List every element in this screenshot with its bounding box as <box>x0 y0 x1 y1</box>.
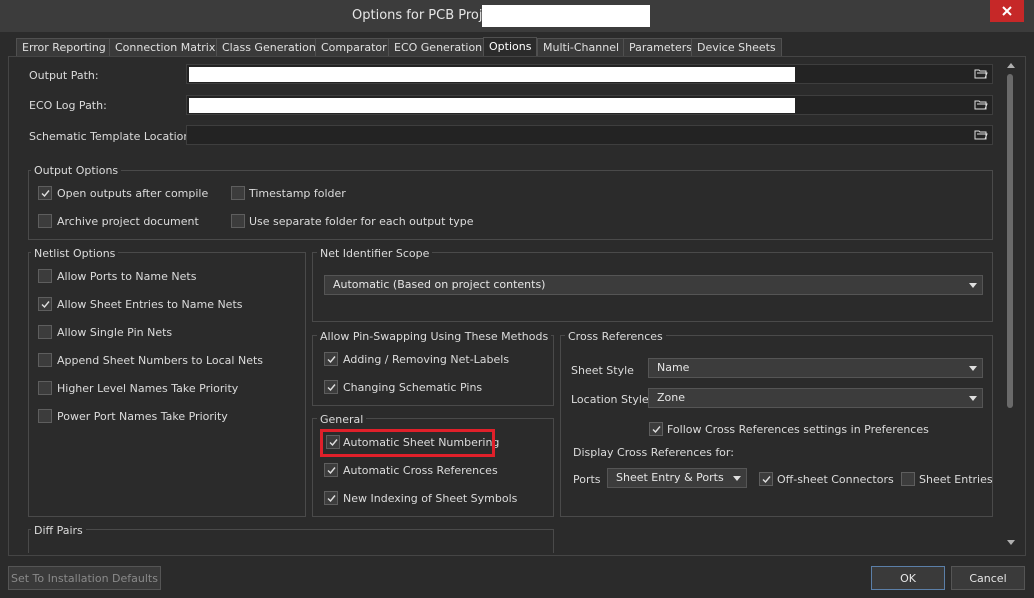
open-outputs-label: Open outputs after compile <box>57 187 209 200</box>
tab-options[interactable]: Options <box>483 37 538 57</box>
follow-prefs-label: Follow Cross References settings in Pref… <box>667 423 929 436</box>
tab-parameters[interactable]: Parameters <box>623 38 698 57</box>
ports-dropdown[interactable]: Sheet Entry & Ports <box>607 468 747 488</box>
scroll-down-icon[interactable] <box>1007 540 1015 546</box>
schematic-template-field[interactable] <box>186 125 993 145</box>
open-outputs-checkbox[interactable] <box>38 186 52 200</box>
separate-folder-label: Use separate folder for each output type <box>249 215 474 228</box>
archive-project-label: Archive project document <box>57 215 199 228</box>
checkmark-icon <box>327 384 336 392</box>
netlist-option-checkbox[interactable] <box>38 381 52 395</box>
pin-swapping-group <box>312 335 554 406</box>
project-name-redaction <box>482 5 650 27</box>
output-path-field[interactable] <box>186 64 993 84</box>
location-style-dropdown[interactable]: Zone <box>648 388 983 408</box>
folder-open-icon[interactable] <box>974 68 988 80</box>
net-identifier-scope-value: Automatic (Based on project contents) <box>333 278 546 291</box>
netlist-option-label: Allow Sheet Entries to Name Nets <box>57 298 243 311</box>
output-path-redaction <box>189 67 795 82</box>
net-identifier-scope-dropdown[interactable]: Automatic (Based on project contents) <box>324 275 983 295</box>
checkmark-icon <box>327 467 336 475</box>
location-style-label: Location Style <box>571 393 649 406</box>
schematic-template-label: Schematic Template Location: <box>29 130 195 143</box>
diff-pairs-group <box>28 529 554 553</box>
checkmark-icon <box>327 356 336 364</box>
netlist-option-checkbox[interactable] <box>38 409 52 423</box>
location-style-value: Zone <box>657 391 686 404</box>
pin-swap-label: Adding / Removing Net-Labels <box>343 353 510 366</box>
pin-swapping-title: Allow Pin-Swapping Using These Methods <box>317 330 552 343</box>
output-options-group <box>28 170 993 240</box>
set-installation-defaults-button[interactable]: Set To Installation Defaults <box>8 566 161 590</box>
diff-pairs-title: Diff Pairs <box>31 524 86 537</box>
close-icon <box>1002 6 1012 16</box>
checkmark-icon <box>41 190 50 198</box>
tab-eco-generation[interactable]: ECO Generation <box>388 38 489 57</box>
netlist-option-label: Higher Level Names Take Priority <box>57 382 239 395</box>
netlist-option-label: Power Port Names Take Priority <box>57 410 228 423</box>
chevron-down-icon <box>969 283 977 288</box>
output-options-title: Output Options <box>31 164 122 177</box>
close-button[interactable] <box>990 0 1024 22</box>
sheet-style-dropdown[interactable]: Name <box>648 358 983 378</box>
pin-swap-checkbox[interactable] <box>324 380 338 394</box>
new-indexing-label: New Indexing of Sheet Symbols <box>343 492 518 505</box>
automatic-cross-references-label: Automatic Cross References <box>343 464 498 477</box>
follow-prefs-checkbox[interactable] <box>649 422 663 436</box>
general-title: General <box>317 413 367 426</box>
tab-multi-channel[interactable]: Multi-Channel <box>537 38 626 57</box>
timestamp-folder-checkbox[interactable] <box>231 186 245 200</box>
timestamp-folder-label: Timestamp folder <box>249 187 346 200</box>
sheet-style-value: Name <box>657 361 690 374</box>
netlist-option-checkbox[interactable] <box>38 297 52 311</box>
highlight-box <box>320 429 495 457</box>
cross-references-title: Cross References <box>565 330 666 343</box>
chevron-down-icon <box>969 396 977 401</box>
ports-label: Ports <box>573 473 601 486</box>
netlist-option-checkbox[interactable] <box>38 325 52 339</box>
sheet-style-label: Sheet Style <box>571 364 634 377</box>
ports-value: Sheet Entry & Ports <box>616 471 724 484</box>
checkmark-icon <box>327 495 336 503</box>
output-path-label: Output Path: <box>29 69 99 82</box>
chevron-down-icon <box>969 366 977 371</box>
tab-class-generation[interactable]: Class Generation <box>216 38 322 57</box>
pin-swap-label: Changing Schematic Pins <box>343 381 483 394</box>
tab-connection-matrix[interactable]: Connection Matrix <box>109 38 222 57</box>
sheet-entries-checkbox[interactable] <box>901 472 915 486</box>
window-title: Options for PCB Project <box>352 8 503 23</box>
tab-comparator[interactable]: Comparator <box>315 38 393 57</box>
folder-open-icon[interactable] <box>974 129 988 141</box>
eco-log-path-redaction <box>189 98 795 113</box>
tab-device-sheets[interactable]: Device Sheets <box>691 38 782 57</box>
offsheet-connectors-checkbox[interactable] <box>759 472 773 486</box>
archive-project-checkbox[interactable] <box>38 214 52 228</box>
offsheet-connectors-label: Off-sheet Connectors <box>777 473 894 486</box>
eco-log-path-field[interactable] <box>186 95 993 115</box>
checkmark-icon <box>762 476 771 484</box>
pin-swap-checkbox[interactable] <box>324 352 338 366</box>
checkmark-icon <box>41 301 50 309</box>
netlist-option-checkbox[interactable] <box>38 353 52 367</box>
netlist-option-label: Allow Single Pin Nets <box>57 326 173 339</box>
ok-button[interactable]: OK <box>871 566 945 590</box>
checkmark-icon <box>652 426 661 434</box>
sheet-entries-label: Sheet Entries <box>919 473 993 486</box>
display-for-label: Display Cross References for: <box>573 446 734 459</box>
netlist-option-checkbox[interactable] <box>38 269 52 283</box>
net-identifier-scope-title: Net Identifier Scope <box>317 247 433 260</box>
new-indexing-checkbox[interactable] <box>324 491 338 505</box>
scrollbar-thumb[interactable] <box>1007 74 1013 408</box>
separate-folder-checkbox[interactable] <box>231 214 245 228</box>
netlist-options-title: Netlist Options <box>31 247 119 260</box>
tab-error-reporting[interactable]: Error Reporting <box>16 38 112 57</box>
netlist-option-label: Append Sheet Numbers to Local Nets <box>57 354 264 367</box>
eco-log-path-label: ECO Log Path: <box>29 99 107 112</box>
chevron-down-icon <box>733 476 741 481</box>
cancel-button[interactable]: Cancel <box>951 566 1025 590</box>
scroll-up-icon[interactable] <box>1007 62 1015 68</box>
folder-open-icon[interactable] <box>974 99 988 111</box>
netlist-option-label: Allow Ports to Name Nets <box>57 270 197 283</box>
automatic-cross-references-checkbox[interactable] <box>324 463 338 477</box>
